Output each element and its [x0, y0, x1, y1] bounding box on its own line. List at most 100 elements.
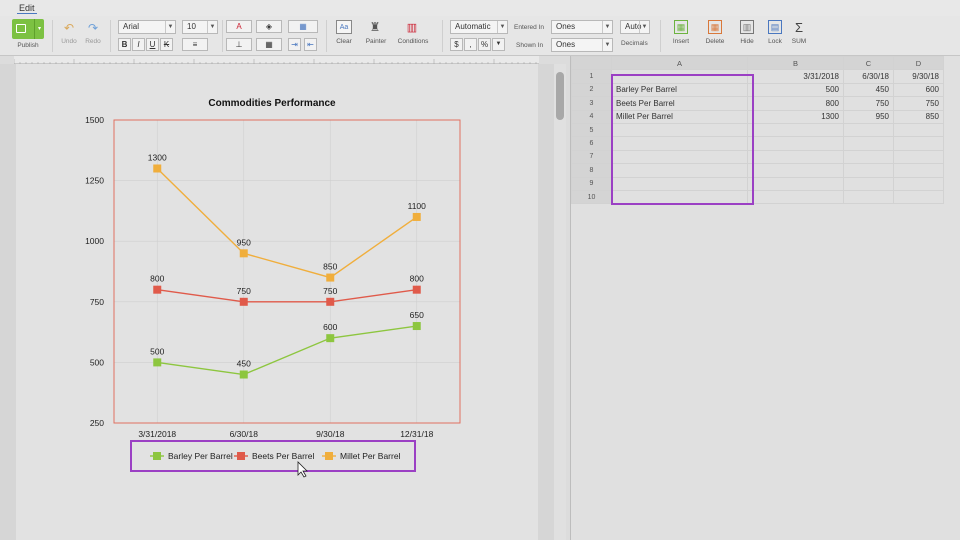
conditions-icon[interactable]: ▥ [404, 19, 420, 35]
lock-icon[interactable]: ▤ [768, 20, 782, 34]
data-point[interactable] [412, 285, 421, 294]
table-cell[interactable] [893, 163, 944, 178]
table-cell[interactable]: 450 [843, 82, 894, 98]
table-cell[interactable] [747, 189, 844, 205]
table-cell[interactable] [843, 122, 894, 138]
sum-icon[interactable]: Σ [792, 19, 806, 35]
underline-button[interactable]: U [146, 38, 159, 51]
legend-label[interactable]: Millet Per Barrel [340, 451, 401, 461]
row-header[interactable]: 4 [571, 109, 612, 124]
table-cell[interactable]: 1300 [747, 109, 844, 124]
clear-icon[interactable]: Aa [336, 20, 352, 34]
bold-button[interactable]: B [118, 38, 131, 51]
menu-edit[interactable]: Edit [17, 3, 37, 14]
row-header[interactable]: 2 [571, 82, 612, 98]
table-cell[interactable] [843, 176, 894, 191]
font-size-select[interactable]: 10 ▼ [182, 20, 218, 34]
data-point[interactable] [239, 297, 248, 306]
decimals-select[interactable]: Auto ▼ [620, 20, 650, 34]
undo-icon[interactable]: ↶ [62, 21, 76, 35]
line-chart[interactable]: Commodities Performance 1500 1250 1000 750 5… [16, 64, 538, 540]
table-cell[interactable]: 3/31/2018 [747, 69, 844, 84]
scrollbar-thumb[interactable] [556, 72, 564, 120]
row-header[interactable]: 1 [571, 69, 612, 84]
number-more-icon[interactable]: ▼ [492, 38, 505, 51]
data-point[interactable] [153, 164, 162, 173]
table-cell[interactable] [893, 176, 944, 191]
delete-icon[interactable]: ▦ [708, 20, 722, 34]
percent-button[interactable]: % [478, 38, 491, 51]
table-cell[interactable]: 800 [747, 96, 844, 111]
row-header[interactable]: 5 [571, 122, 612, 138]
publish-button[interactable]: ▾ [12, 19, 44, 39]
data-highlight-box [611, 74, 754, 205]
currency-button[interactable]: $ [450, 38, 463, 51]
table-cell[interactable]: 750 [893, 96, 944, 111]
table-cell[interactable] [843, 136, 894, 151]
publish-dropdown-icon[interactable]: ▾ [34, 19, 44, 39]
table-cell[interactable]: 750 [843, 96, 894, 111]
data-point[interactable] [153, 358, 162, 367]
table-cell[interactable] [843, 149, 894, 165]
row-header[interactable]: 9 [571, 176, 612, 191]
table-cell[interactable] [893, 122, 944, 138]
redo-icon[interactable]: ↷ [86, 21, 100, 35]
painter-icon[interactable]: ♜ [368, 19, 382, 35]
corner-cell[interactable] [571, 55, 612, 71]
fill-color-icon[interactable]: ◈ [256, 20, 282, 33]
strikethrough-button[interactable]: K [160, 38, 173, 51]
table-cell[interactable] [747, 122, 844, 138]
row-header[interactable]: 6 [571, 136, 612, 151]
indent-icon[interactable]: ⇥ [288, 38, 301, 51]
data-point[interactable] [326, 273, 335, 282]
table-cell[interactable]: 500 [747, 82, 844, 98]
table-cell[interactable] [747, 149, 844, 165]
table-cell[interactable]: 9/30/18 [893, 69, 944, 84]
comma-button[interactable]: , [464, 38, 477, 51]
row-header[interactable]: 7 [571, 149, 612, 165]
row-header[interactable]: 8 [571, 163, 612, 178]
column-header-c[interactable]: C [843, 55, 894, 71]
insert-icon[interactable]: ▦ [674, 20, 688, 34]
outdent-icon[interactable]: ⇤ [304, 38, 317, 51]
column-header-b[interactable]: B [747, 55, 844, 71]
table-cell[interactable]: 950 [843, 109, 894, 124]
data-point[interactable] [412, 212, 421, 221]
border-style-icon[interactable]: ▦ [256, 38, 282, 51]
shown-in-select[interactable]: Ones ▼ [551, 38, 613, 52]
hide-icon[interactable]: ▥ [740, 20, 754, 34]
table-cell[interactable]: 600 [893, 82, 944, 98]
font-name-select[interactable]: Arial ▼ [118, 20, 176, 34]
number-format-select[interactable]: Automatic ▼ [450, 20, 508, 34]
table-cell[interactable] [747, 176, 844, 191]
table-cell[interactable] [843, 163, 894, 178]
italic-button[interactable]: I [132, 38, 145, 51]
table-cell[interactable] [893, 149, 944, 165]
chevron-down-icon: ▼ [207, 21, 217, 33]
align-icon[interactable]: ≡ [182, 38, 208, 51]
row-header[interactable]: 10 [571, 189, 612, 205]
text-color-icon[interactable]: A [226, 20, 252, 33]
legend-label[interactable]: Barley Per Barrel [168, 451, 233, 461]
data-point[interactable] [326, 334, 335, 343]
table-cell[interactable] [843, 189, 894, 205]
data-point[interactable] [239, 249, 248, 258]
table-cell[interactable] [747, 136, 844, 151]
borders-icon[interactable]: ▦ [288, 20, 318, 33]
valign-icon[interactable]: ⊥ [226, 38, 252, 51]
table-cell[interactable] [747, 163, 844, 178]
table-cell[interactable] [893, 136, 944, 151]
data-point[interactable] [153, 285, 162, 294]
row-header[interactable]: 3 [571, 96, 612, 111]
table-cell[interactable] [893, 189, 944, 205]
table-cell[interactable]: 6/30/18 [843, 69, 894, 84]
legend-label[interactable]: Beets Per Barrel [252, 451, 314, 461]
table-cell[interactable]: 850 [893, 109, 944, 124]
column-header-d[interactable]: D [893, 55, 944, 71]
entered-in-select[interactable]: Ones ▼ [551, 20, 613, 34]
data-point[interactable] [239, 370, 248, 379]
vertical-scrollbar[interactable] [554, 64, 566, 540]
data-point[interactable] [326, 297, 335, 306]
data-point[interactable] [412, 322, 421, 331]
column-header-a[interactable]: A [611, 55, 748, 71]
